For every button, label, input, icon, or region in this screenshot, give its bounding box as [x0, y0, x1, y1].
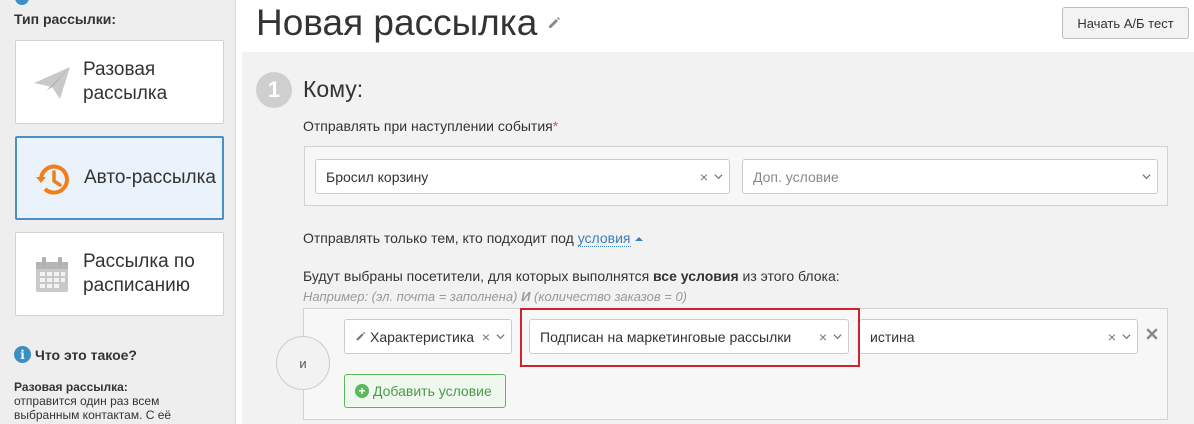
conditions-line: Отправлять только тем, кто подходит под … [303, 230, 643, 247]
calendar-icon [36, 257, 68, 292]
mailing-type-label: Тип рассылки: [14, 11, 117, 27]
event-box: Бросил корзину × Доп. условие [304, 146, 1168, 206]
chevron-down-icon[interactable] [714, 172, 723, 181]
clear-icon[interactable]: × [1108, 329, 1116, 345]
conditions-example: Например: (эл. почта = заполнена) И (кол… [303, 289, 687, 304]
desc-before: Будут выбраны посетители, для которых вы… [303, 268, 650, 284]
clear-icon[interactable]: × [482, 329, 490, 345]
start-ab-test-button[interactable]: Начать А/Б тест [1062, 7, 1189, 39]
condition-property-select[interactable]: Подписан на маркетинговые рассылки × [529, 319, 849, 354]
info-icon [15, 0, 29, 5]
condition-value-select[interactable]: истина × [859, 319, 1138, 354]
event-select[interactable]: Бросил корзину × [315, 159, 730, 194]
info-circle-icon: i [14, 346, 31, 363]
example-before: Например: (эл. почта = заполнена) [303, 289, 518, 304]
condition-field-select[interactable]: Характеристика × [344, 319, 512, 354]
extra-condition-placeholder: Доп. условие [753, 168, 839, 185]
conditions-description: Будут выбраны посетители, для которых вы… [303, 268, 840, 284]
condition-property-value: Подписан на маркетинговые рассылки [540, 328, 792, 345]
pencil-icon [356, 331, 366, 341]
info-description-title: Разовая рассылка: [14, 380, 128, 394]
add-condition-button[interactable]: + Добавить условие [344, 374, 506, 408]
event-select-value: Бросил корзину [326, 168, 429, 185]
step-number: 1 [256, 72, 292, 108]
mailing-type-one-time[interactable]: Разовая рассылка [15, 40, 224, 124]
mailing-type-one-time-label: Разовая рассылка [83, 59, 168, 104]
required-mark: * [552, 118, 559, 134]
add-condition-label: Добавить условие [373, 383, 492, 399]
event-label: Отправлять при наступлении события* [303, 118, 558, 134]
event-label-text: Отправлять при наступлении события [303, 118, 553, 134]
clear-icon[interactable]: × [819, 329, 827, 345]
condition-value-text: истина [870, 328, 915, 345]
example-after: (количество заказов = 0) [534, 289, 687, 304]
chevron-down-icon[interactable] [1142, 172, 1151, 181]
desc-after: из этого блока: [742, 268, 840, 284]
info-description: Разовая рассылка: отправится один раз вс… [14, 380, 224, 422]
info-description-text: отправится один раз всем выбранным конта… [14, 394, 172, 422]
mailing-type-scheduled[interactable]: Рассылка по расписанию [15, 232, 224, 316]
conditions-toggle-link[interactable]: условия [577, 230, 631, 247]
condition-field-value: Характеристика [370, 328, 475, 345]
example-and: И [521, 289, 531, 304]
remove-condition-icon[interactable] [1145, 327, 1159, 341]
paper-plane-icon [34, 67, 70, 99]
page-title-text: Новая рассылка [256, 2, 538, 43]
chevron-down-icon[interactable] [1122, 332, 1131, 341]
step-title: Кому: [303, 76, 364, 102]
mailing-type-auto[interactable]: Авто-рассылка [15, 136, 224, 220]
sidebar: Тип рассылки: Разовая рассылка Авто-расс… [0, 0, 236, 424]
conditions-prefix: Отправлять только тем, кто подходит под [303, 230, 574, 246]
caret-up-icon[interactable] [634, 237, 643, 242]
desc-bold: все условия [653, 268, 739, 284]
auto-history-icon [36, 164, 69, 195]
chevron-down-icon[interactable] [833, 332, 842, 341]
mailing-type-auto-label: Авто-рассылка [84, 167, 216, 188]
info-heading-text: Что это такое? [35, 346, 137, 363]
mailing-type-scheduled-label: Рассылка по расписанию [83, 251, 195, 296]
page-title: Новая рассылка [256, 2, 561, 44]
info-heading: i Что это такое? [14, 346, 137, 363]
and-operator[interactable]: и [276, 336, 330, 390]
plus-circle-icon: + [355, 384, 369, 398]
clear-icon[interactable]: × [700, 169, 708, 185]
extra-condition-select[interactable]: Доп. условие [742, 159, 1158, 194]
pencil-icon[interactable] [547, 16, 561, 30]
chevron-down-icon[interactable] [496, 332, 505, 341]
